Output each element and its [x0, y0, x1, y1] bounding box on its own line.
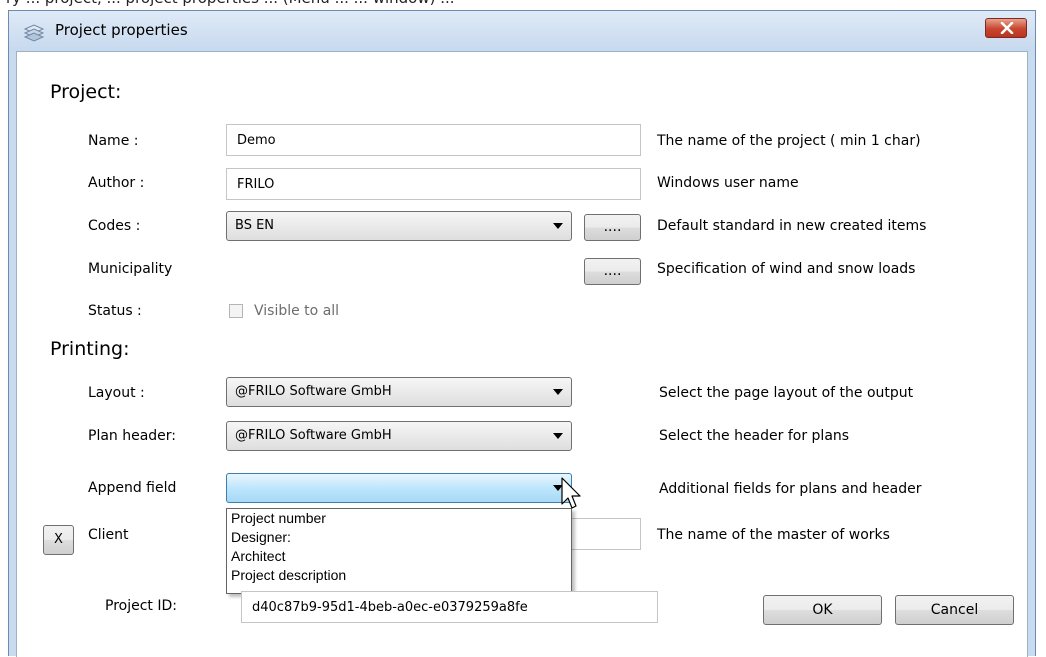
layout-label: Layout :: [88, 385, 145, 401]
plan-header-hint: Select the header for plans: [659, 428, 850, 444]
dropdown-option[interactable]: Project number: [227, 509, 571, 528]
project-id-field[interactable]: [241, 591, 658, 623]
title-bar: Project properties: [9, 11, 1035, 51]
layout-value: @FRILO Software GmbH: [235, 384, 392, 399]
stacked-layers-icon: [23, 22, 45, 42]
codes-value: BS EN: [235, 218, 275, 233]
chevron-down-icon: [553, 223, 563, 229]
plan-header-select[interactable]: @FRILO Software GmbH: [226, 421, 572, 451]
dropdown-option[interactable]: Designer:: [227, 528, 571, 547]
name-hint: The name of the project ( min 1 char): [657, 133, 921, 149]
visible-to-all-checkbox[interactable]: [229, 304, 243, 318]
dropdown-option[interactable]: Project description: [227, 566, 571, 585]
client-remove-button[interactable]: X: [43, 525, 74, 555]
project-id-label: Project ID:: [105, 598, 177, 614]
codes-label: Codes :: [88, 218, 141, 234]
chevron-down-icon: [553, 389, 563, 395]
background-text-strip: ry ... project, ... project properties .…: [0, 0, 1046, 8]
municipality-browse-button[interactable]: ....: [584, 258, 641, 285]
chevron-down-icon: [553, 433, 563, 439]
dropdown-option[interactable]: Architect: [227, 547, 571, 566]
printing-heading: Printing:: [50, 338, 130, 360]
name-label: Name :: [88, 133, 139, 149]
status-label: Status :: [88, 303, 142, 319]
author-hint: Windows user name: [657, 175, 799, 191]
visible-to-all-label: Visible to all: [254, 303, 340, 319]
author-label: Author :: [88, 175, 145, 191]
append-field-hint: Additional fields for plans and header: [659, 481, 922, 497]
author-field[interactable]: [226, 168, 641, 200]
cancel-button[interactable]: Cancel: [895, 595, 1014, 625]
client-hint: The name of the master of works: [657, 527, 890, 543]
close-icon: [1000, 22, 1014, 34]
codes-browse-button[interactable]: ....: [584, 214, 641, 241]
append-field-dropdown-list: Project number Designer: Architect Proje…: [226, 508, 572, 594]
ok-button[interactable]: OK: [763, 595, 882, 625]
codes-select[interactable]: BS EN: [226, 211, 572, 241]
append-field-label: Append field: [88, 480, 177, 496]
append-field-select[interactable]: [226, 473, 572, 503]
layout-select[interactable]: @FRILO Software GmbH: [226, 377, 572, 407]
window-title: Project properties: [55, 21, 188, 39]
municipality-hint: Specification of wind and snow loads: [657, 261, 916, 277]
layout-hint: Select the page layout of the output: [659, 385, 914, 401]
municipality-label: Municipality: [88, 261, 173, 277]
close-button[interactable]: [985, 18, 1027, 38]
plan-header-value: @FRILO Software GmbH: [235, 428, 392, 443]
mouse-pointer-icon: [561, 477, 581, 509]
plan-header-label: Plan header:: [88, 428, 177, 444]
project-heading: Project:: [50, 81, 122, 103]
codes-hint: Default standard in new created items: [657, 218, 927, 234]
name-field[interactable]: [226, 124, 641, 156]
client-label: Client: [88, 527, 129, 543]
